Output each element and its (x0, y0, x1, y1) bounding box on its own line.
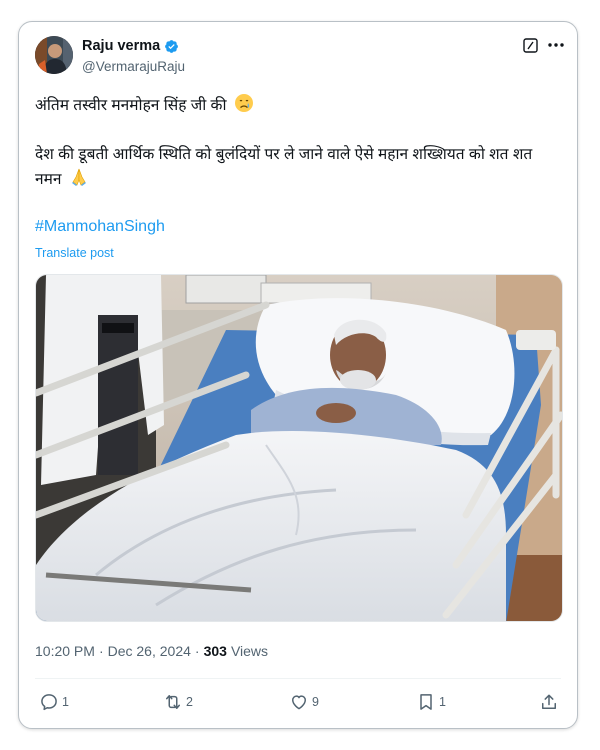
bookmark-icon (420, 694, 432, 710)
reply-button[interactable]: 1 (39, 692, 69, 712)
like-button[interactable]: 9 (289, 692, 319, 712)
verified-badge-icon (164, 39, 179, 54)
bookmark-count: 1 (439, 695, 446, 709)
like-count: 9 (312, 695, 319, 709)
hashtag-link[interactable]: #ManmohanSingh (35, 218, 165, 236)
post-text-line1: अंतिम तस्वीर मनमोहन सिंह जी की (35, 93, 559, 121)
repost-button[interactable]: 2 (163, 692, 193, 712)
repost-icon (166, 695, 180, 709)
post-time[interactable]: 10:20 PM (35, 643, 95, 659)
share-icon (542, 694, 556, 709)
views-label: Views (230, 643, 269, 659)
grok-icon[interactable] (523, 38, 538, 53)
reply-icon (41, 694, 57, 711)
avatar[interactable] (35, 36, 73, 74)
views-count: 303 (203, 643, 227, 659)
folded-hands-icon (69, 167, 89, 195)
author-display-name[interactable]: Raju verma (82, 38, 160, 54)
profile-photo-icon (35, 36, 73, 74)
post-date[interactable]: Dec 26, 2024 (108, 643, 191, 659)
author-handle[interactable]: @VermarajuRaju (82, 59, 185, 74)
author-name-row[interactable]: Raju verma (82, 38, 179, 54)
post-image[interactable] (35, 274, 563, 622)
heart-icon (292, 695, 306, 710)
timestamp-separator: · (98, 643, 104, 659)
divider (35, 678, 561, 679)
views-separator: · (194, 643, 200, 659)
bookmark-button[interactable]: 1 (416, 692, 446, 712)
post-text-line2: देश की डूबती आर्थिक स्थिति को बुलंदियों … (35, 143, 559, 195)
post-line1-text: अंतिम तस्वीर मनमोहन सिंह जी की (35, 97, 227, 114)
action-bar: 1 2 9 1 (35, 692, 563, 716)
hospital-bed-photo-icon (36, 275, 562, 621)
post-card[interactable]: Raju verma @VermarajuRaju अंतिम तस्वीर म… (18, 21, 578, 729)
more-icon[interactable] (546, 36, 566, 54)
reply-count: 1 (62, 695, 69, 709)
post-timestamp[interactable]: 10:20 PM · Dec 26, 2024 · 303 Views (35, 643, 268, 659)
translate-post-link[interactable]: Translate post (35, 246, 114, 260)
crying-face-icon (234, 93, 254, 121)
post-line2-text: देश की डूबती आर्थिक स्थिति को बुलंदियों … (35, 146, 533, 188)
repost-count: 2 (186, 695, 193, 709)
share-button[interactable] (539, 692, 559, 712)
